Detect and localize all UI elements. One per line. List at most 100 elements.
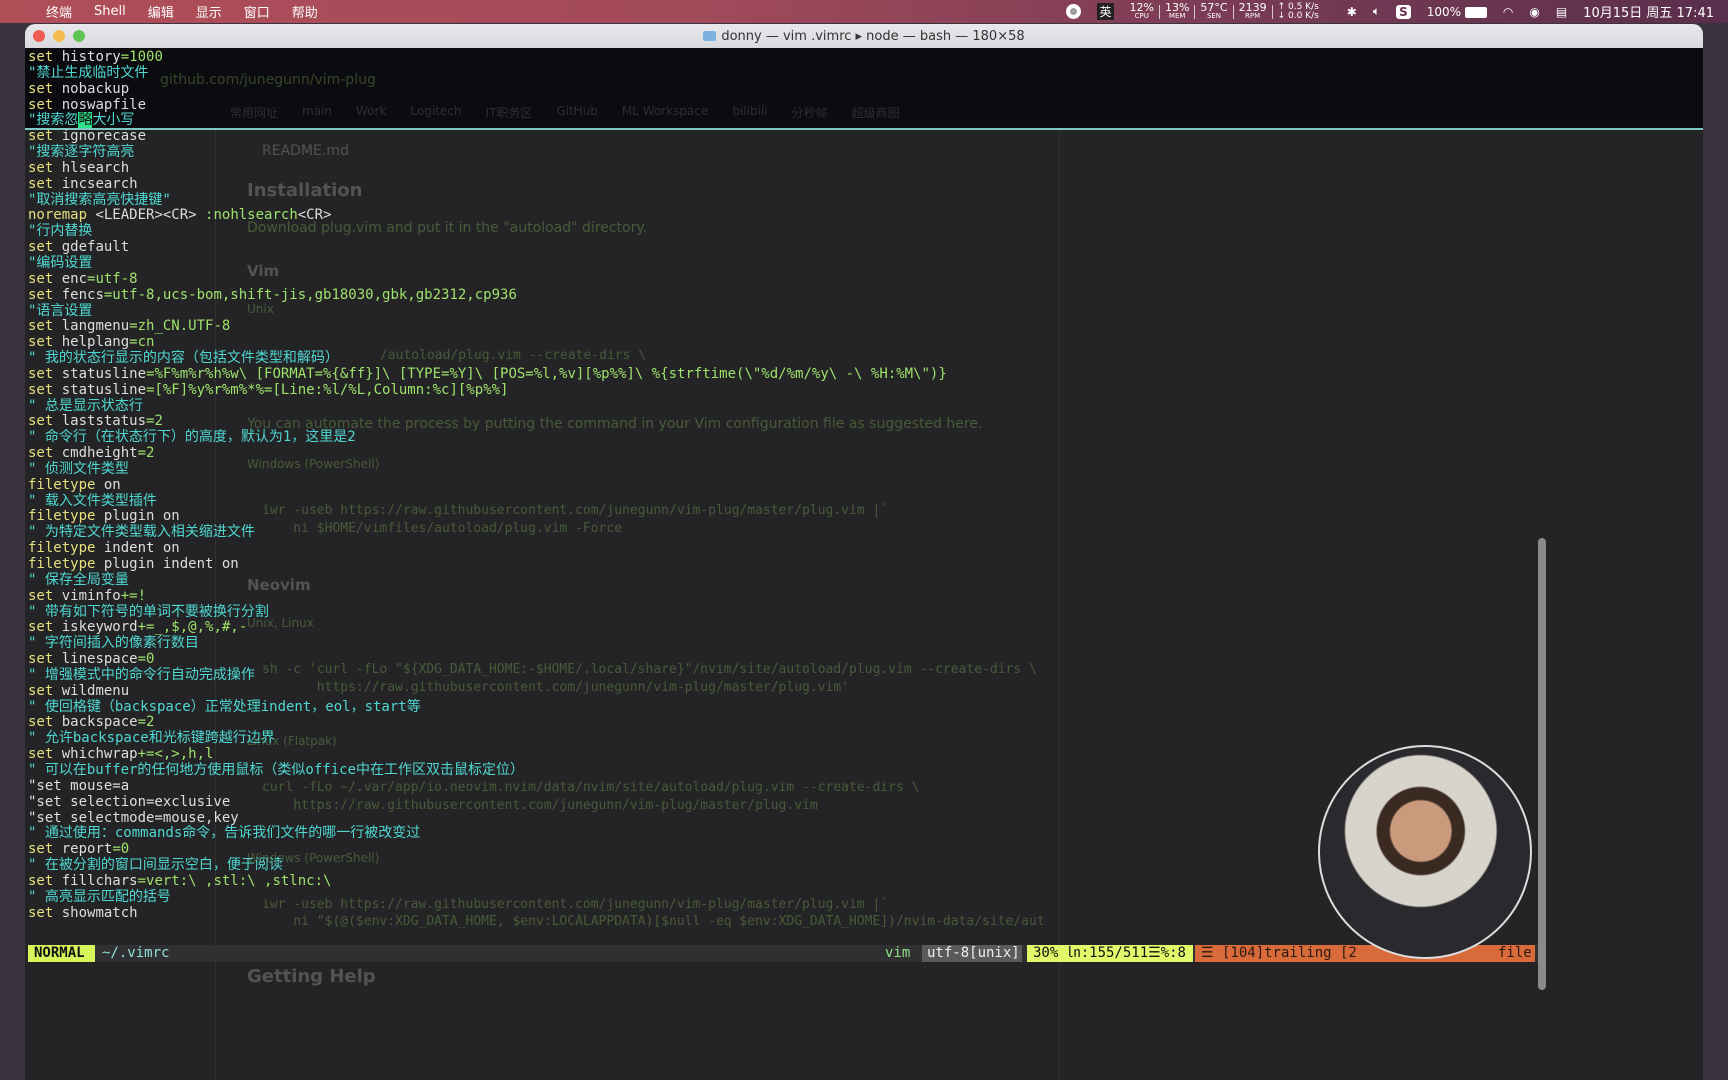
vim-comment: "禁止生成临时文件: [28, 64, 149, 81]
vim-line: " 带有如下符号的单词不要被换行分割: [28, 603, 947, 621]
vim-text: nobackup: [53, 80, 130, 97]
vim-line: set backspace=2: [28, 715, 947, 731]
input-method[interactable]: 英: [1097, 3, 1114, 20]
vim-text: wildmenu: [53, 682, 130, 699]
bluetooth-icon[interactable]: ✱: [1347, 5, 1357, 19]
vim-keyword: noremap: [28, 207, 88, 224]
vim-comment: "语言设置: [28, 302, 93, 319]
scrollbar[interactable]: [1538, 538, 1546, 990]
vim-comment: " 我的状态行显示的内容（包括文件类型和解码）: [28, 350, 339, 367]
volume-icon[interactable]: 🔈︎: [1373, 4, 1380, 19]
wifi-icon[interactable]: ◠: [1503, 5, 1513, 19]
menu-help[interactable]: 帮助: [292, 2, 318, 21]
vim-keyword: set: [28, 318, 54, 335]
record-icon[interactable]: [1066, 4, 1082, 19]
vim-line: set langmenu=zh_CN.UTF-8: [28, 318, 947, 335]
vim-text: enc: [53, 270, 88, 287]
menu-edit[interactable]: 编辑: [148, 2, 174, 21]
vim-line: "编码设置: [28, 255, 947, 272]
vim-text: statusline: [53, 365, 147, 382]
vim-keyword: set: [28, 904, 54, 921]
minimize-button[interactable]: [53, 30, 65, 42]
trailing-warning-tail: file: [1498, 945, 1532, 961]
user-icon[interactable]: ◉: [1529, 5, 1539, 19]
vim-comment: " 载入文件类型插件: [28, 492, 157, 509]
vim-value: =utf-8,ucs-bom,shift-jis,gb18030,gbk,gb2…: [103, 286, 517, 303]
vim-keyword: set: [28, 270, 54, 287]
vim-comment: " 总是显示状态行: [28, 397, 143, 414]
menu-window[interactable]: 窗口: [244, 2, 270, 21]
mode-indicator: NORMAL: [28, 945, 95, 962]
vim-value: =0: [137, 651, 155, 668]
vim-comment: " 允许backspace和光标键跨越行边界: [28, 730, 275, 747]
vim-comment: " 可以在buffer的任何地方使用鼠标（类似office中在工作区双击鼠标定位…: [28, 761, 525, 778]
vim-keyword: filetype: [28, 508, 96, 525]
app-s-icon[interactable]: S: [1396, 4, 1411, 19]
vim-line: set helplang=cn: [28, 334, 947, 351]
vim-line: set linespace=0: [28, 651, 947, 668]
vim-text: :nohlsearch: [205, 207, 298, 224]
ghost-getting-help: Getting Help: [247, 966, 376, 987]
vim-text: noswapfile: [53, 96, 147, 113]
system-stats[interactable]: 12% CPU 13% MEM 57°C SEN 2139 RPM ↑ 0.5 K/s ↓…: [1129, 0, 1319, 21]
vim-line: " 高亮显示匹配的括号: [28, 889, 947, 906]
vim-text: whichwrap: [53, 746, 138, 763]
vim-comment: " 带有如下符号的单词不要被换行分割: [28, 603, 269, 620]
vim-text: <CR>: [297, 207, 332, 224]
vim-buffer[interactable]: set history=1000 "禁止生成临时文件 set nobackup set…: [28, 49, 947, 922]
vim-line: filetype on: [28, 476, 947, 494]
file-type: vim: [885, 945, 911, 961]
vim-line: set gdefault: [28, 239, 947, 256]
vim-line: set hlsearch: [28, 160, 947, 177]
vim-text: fillchars: [53, 872, 138, 889]
menu-shell[interactable]: Shell: [94, 4, 126, 19]
vim-line: " 通过使用：commands命令，告诉我们文件的哪一行被改变过: [28, 825, 947, 842]
vim-line: "set mouse=a: [28, 778, 947, 795]
zoom-button[interactable]: [73, 30, 85, 42]
control-center-icon[interactable]: ▤: [1556, 5, 1567, 19]
vim-keyword: set: [28, 239, 54, 256]
vim-line: "禁止生成临时文件: [28, 64, 947, 82]
vim-line: set viminfo+=!: [28, 587, 947, 605]
vim-cursor: 略: [78, 112, 93, 129]
menu-terminal[interactable]: 终端: [46, 2, 72, 21]
webcam-overlay: [1318, 745, 1532, 959]
vim-keyword: set: [28, 587, 54, 604]
datetime[interactable]: 10月15日 周五 17:41: [1583, 2, 1714, 21]
vim-line: set statusline=[%F]%y%r%m%*%=[Line:%l/%L…: [28, 381, 947, 399]
vim-line: " 可以在buffer的任何地方使用鼠标（类似office中在工作区双击鼠标定位…: [28, 761, 947, 779]
vim-value: =[%F]%y%r%m%*%=[Line:%l/%L,Column:%c][%p…: [146, 381, 509, 398]
vim-keyword: set: [28, 96, 54, 113]
vim-keyword: set: [28, 746, 54, 763]
vim-line: set report=0: [28, 841, 947, 858]
vim-line: "语言设置: [28, 302, 947, 320]
vim-comment: " 保存全局变量: [28, 571, 129, 588]
vim-line: " 侦测文件类型: [28, 460, 947, 478]
vim-line: set wildmenu: [28, 682, 947, 700]
window-title: donny — vim .vimrc ▸ node — bash — 180×5…: [721, 28, 1025, 44]
vim-value: =utf-8: [87, 270, 138, 287]
vim-line: set showmatch: [28, 904, 947, 922]
vim-value: =2: [146, 413, 163, 430]
vim-comment: " 侦测文件类型: [28, 460, 129, 477]
battery-status[interactable]: 100%: [1427, 5, 1487, 19]
close-button[interactable]: [33, 30, 45, 42]
vim-line: " 字符间插入的像素行数目: [28, 635, 947, 652]
vim-line: set fillchars=vert:\ ,stl:\ ,stlnc:\: [28, 872, 947, 890]
vim-keyword: filetype: [28, 540, 96, 557]
vim-value: =vert:\ ,stl:\ ,stlnc:\: [137, 872, 332, 889]
vim-value: =0: [112, 841, 130, 858]
vim-line: set noswapfile: [28, 96, 947, 114]
vim-text: "set selection=exclusive: [28, 793, 231, 810]
vim-comment: " 使回格键（backspace）正常处理indent，eol，start等: [28, 698, 421, 715]
menu-view[interactable]: 显示: [196, 2, 222, 21]
vim-text: plugin indent on: [95, 556, 239, 572]
cpu-value: 12%: [1129, 0, 1154, 14]
vim-keyword: filetype: [28, 556, 96, 572]
vim-text: helplang: [53, 334, 130, 351]
vim-keyword: set: [28, 413, 54, 430]
vim-text: on: [95, 476, 121, 493]
vim-text: showmatch: [53, 904, 138, 921]
vim-line: filetype plugin on: [28, 509, 947, 525]
vim-line: " 允许backspace和光标键跨越行边界: [28, 730, 947, 747]
